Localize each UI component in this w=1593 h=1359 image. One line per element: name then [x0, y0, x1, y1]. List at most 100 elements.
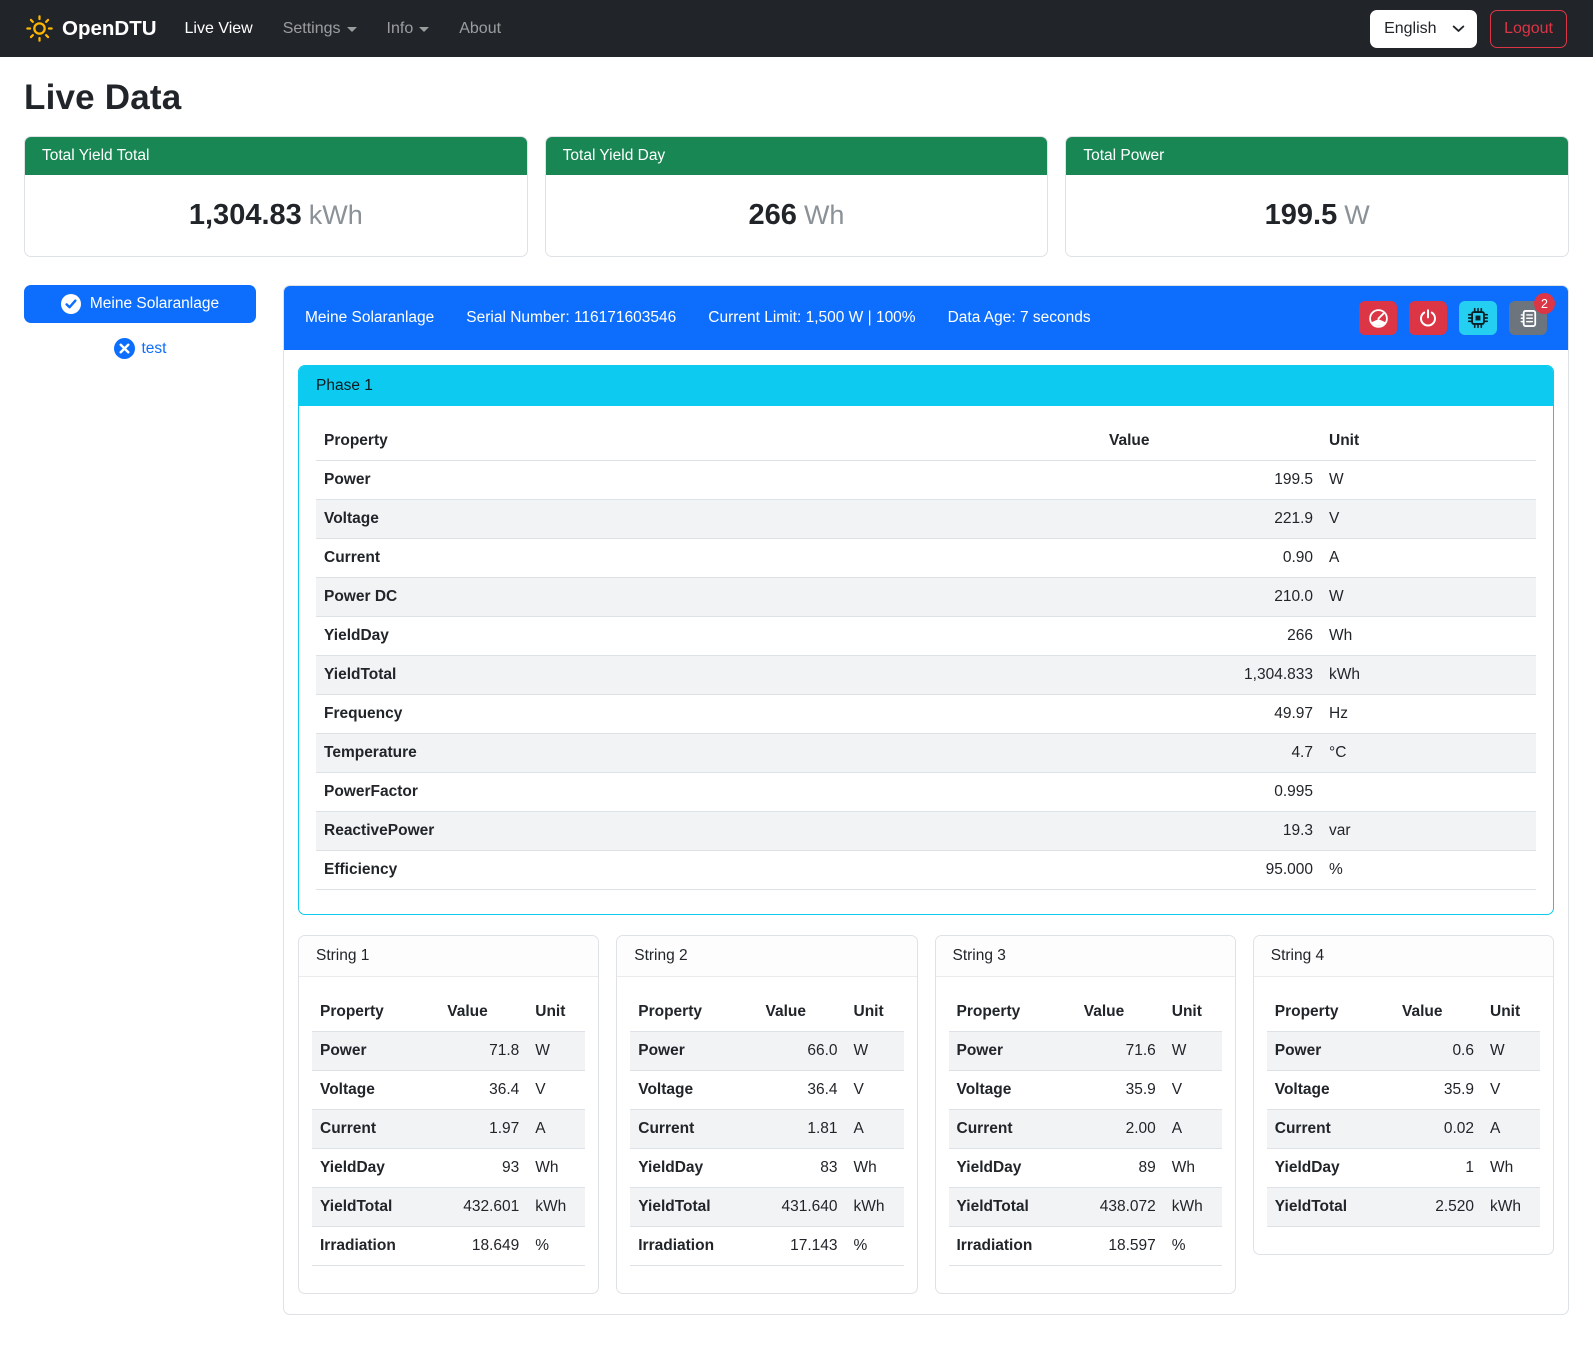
property-cell: YieldDay — [1267, 1149, 1394, 1188]
unit-cell: W — [1321, 578, 1536, 617]
value-cell: 431.640 — [758, 1188, 846, 1227]
table-row: YieldTotal 431.640 kWh — [630, 1188, 903, 1227]
unit-cell: kWh — [1482, 1188, 1540, 1227]
property-cell: YieldTotal — [630, 1188, 757, 1227]
column-header-unit: Unit — [846, 993, 904, 1032]
property-cell: YieldTotal — [312, 1188, 439, 1227]
table-row: Irradiation 18.597 % — [949, 1227, 1222, 1266]
value-cell: 2.520 — [1394, 1188, 1482, 1227]
inverter-data-age: Data Age: 7 seconds — [948, 309, 1091, 327]
event-count-badge: 2 — [1534, 293, 1555, 314]
table-row: YieldDay 1 Wh — [1267, 1149, 1540, 1188]
value-cell: 19.3 — [1101, 812, 1321, 851]
value-cell: 36.4 — [758, 1071, 846, 1110]
table-row: YieldDay 266 Wh — [316, 617, 1536, 656]
value-cell: 210.0 — [1101, 578, 1321, 617]
chevron-down-icon — [419, 27, 429, 32]
limit-settings-button[interactable] — [1359, 301, 1397, 335]
sun-logo-icon — [26, 15, 53, 42]
unit-cell: W — [1164, 1032, 1222, 1071]
event-log-button[interactable]: 2 — [1509, 301, 1547, 335]
total-power-card: Total Power 199.5W — [1065, 136, 1569, 257]
logout-button[interactable]: Logout — [1490, 10, 1567, 48]
nav-item-about[interactable]: About — [459, 20, 501, 38]
nav-item-live-view[interactable]: Live View — [185, 20, 253, 38]
sidebar-item-meine-solaranlage[interactable]: Meine Solaranlage — [24, 285, 256, 323]
column-header-property: Property — [312, 993, 439, 1032]
value-cell: 35.9 — [1394, 1071, 1482, 1110]
table-row: Current 1.97 A — [312, 1110, 585, 1149]
property-cell: Power — [949, 1032, 1076, 1071]
cpu-icon — [1467, 307, 1489, 329]
check-circle-icon — [61, 294, 81, 314]
value-cell: 18.649 — [439, 1227, 527, 1266]
phase-1-table: Property Value Unit Power — [316, 422, 1536, 890]
table-row: YieldTotal 438.072 kWh — [949, 1188, 1222, 1227]
table-row: YieldDay 89 Wh — [949, 1149, 1222, 1188]
property-cell: YieldTotal — [949, 1188, 1076, 1227]
language-select[interactable]: English — [1370, 10, 1477, 48]
table-row: Power 71.6 W — [949, 1032, 1222, 1071]
value-cell: 66.0 — [758, 1032, 846, 1071]
total-yield-day-value: 266 — [749, 199, 797, 231]
string-3-card: String 3 Property Value Unit — [935, 935, 1236, 1294]
value-cell: 17.143 — [758, 1227, 846, 1266]
table-row: Power DC 210.0 W — [316, 578, 1536, 617]
string-1-card: String 1 Property Value Unit — [298, 935, 599, 1294]
brand-label: OpenDTU — [62, 17, 157, 41]
string-2-card: String 2 Property Value Unit — [616, 935, 917, 1294]
table-row: YieldDay 93 Wh — [312, 1149, 585, 1188]
unit-cell: V — [846, 1071, 904, 1110]
value-cell: 221.9 — [1101, 500, 1321, 539]
table-row: ReactivePower 19.3 var — [316, 812, 1536, 851]
column-header-unit: Unit — [1321, 422, 1536, 461]
nav-links: Live View Settings Info About — [185, 20, 502, 38]
nav-item-settings[interactable]: Settings — [283, 20, 357, 38]
property-cell: Voltage — [949, 1071, 1076, 1110]
property-cell: Temperature — [316, 734, 1101, 773]
property-cell: Power DC — [316, 578, 1101, 617]
unit-cell: V — [1482, 1071, 1540, 1110]
unit-cell: Wh — [1321, 617, 1536, 656]
power-button[interactable] — [1409, 301, 1447, 335]
inverter-serial: Serial Number: 116171603546 — [466, 309, 676, 327]
table-row: Power 199.5 W — [316, 461, 1536, 500]
unit-cell: W — [1321, 461, 1536, 500]
unit-cell: W — [527, 1032, 585, 1071]
property-cell: Power — [316, 461, 1101, 500]
value-cell: 71.6 — [1076, 1032, 1164, 1071]
brand[interactable]: OpenDTU — [26, 15, 157, 42]
column-header-value: Value — [1076, 993, 1164, 1032]
value-cell: 0.6 — [1394, 1032, 1482, 1071]
table-row: Irradiation 17.143 % — [630, 1227, 903, 1266]
property-cell: YieldTotal — [316, 656, 1101, 695]
property-cell: Current — [316, 539, 1101, 578]
property-cell: Irradiation — [630, 1227, 757, 1266]
inverter-limit: Current Limit: 1,500 W | 100% — [708, 309, 915, 327]
table-row: YieldDay 83 Wh — [630, 1149, 903, 1188]
value-cell: 83 — [758, 1149, 846, 1188]
table-row: PowerFactor 0.995 — [316, 773, 1536, 812]
sidebar-item-test[interactable]: test — [24, 338, 256, 359]
property-cell: Power — [312, 1032, 439, 1071]
column-header-value: Value — [439, 993, 527, 1032]
column-header-property: Property — [1267, 993, 1394, 1032]
device-info-button[interactable] — [1459, 301, 1497, 335]
table-row: Current 0.90 A — [316, 539, 1536, 578]
total-yield-total-unit: kWh — [309, 200, 363, 230]
unit-cell: Hz — [1321, 695, 1536, 734]
table-row: Voltage 35.9 V — [949, 1071, 1222, 1110]
table-row: YieldTotal 2.520 kWh — [1267, 1188, 1540, 1227]
total-yield-total-card: Total Yield Total 1,304.83kWh — [24, 136, 528, 257]
table-row: Power 71.8 W — [312, 1032, 585, 1071]
property-cell: Current — [949, 1110, 1076, 1149]
value-cell: 4.7 — [1101, 734, 1321, 773]
nav-item-info[interactable]: Info — [387, 20, 430, 38]
unit-cell — [1321, 773, 1536, 812]
total-yield-day-unit: Wh — [804, 200, 845, 230]
table-row: Current 0.02 A — [1267, 1110, 1540, 1149]
string-4-card: String 4 Property Value Unit — [1253, 935, 1554, 1255]
property-cell: YieldTotal — [1267, 1188, 1394, 1227]
table-row: Irradiation 18.649 % — [312, 1227, 585, 1266]
string-1-title: String 1 — [299, 936, 598, 977]
